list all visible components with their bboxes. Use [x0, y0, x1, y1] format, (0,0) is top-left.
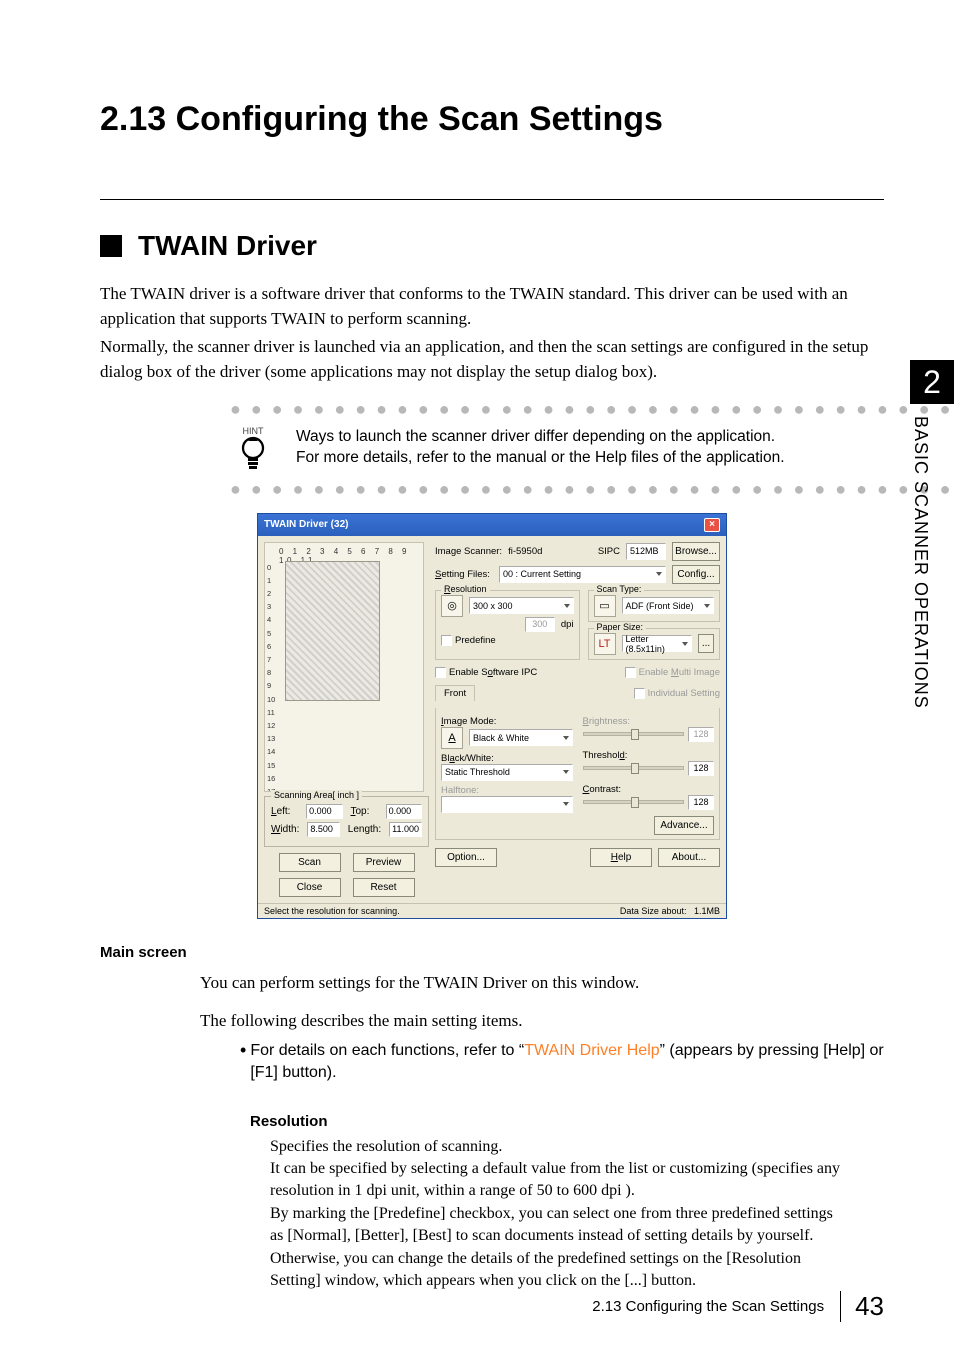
page-heading: 2.13 Configuring the Scan Settings [100, 100, 884, 139]
browse-button[interactable]: Browse... [672, 542, 720, 561]
paper-size-icon: LT [594, 633, 616, 655]
twain-help-link[interactable]: TWAIN Driver Help [524, 1042, 659, 1059]
resolution-select[interactable]: 300 x 300 [469, 597, 574, 614]
hint-dots-bottom: ●●●●●●●●●●●●●●●●●●●●●●●●●●●●●●●●●●●● [230, 480, 860, 498]
about-button[interactable]: About... [658, 848, 720, 867]
preview-area: 0 1 2 3 4 5 6 7 8 9 10 11 01234567891011… [264, 542, 424, 792]
setting-files-select[interactable]: 00 : Current Setting [499, 566, 666, 583]
hint-dots-top: ●●●●●●●●●●●●●●●●●●●●●●●●●●●●●●●●●●●● [230, 400, 860, 418]
hint-text-2: For more details, refer to the manual or… [296, 447, 785, 469]
dpi-unit: dpi [561, 619, 574, 630]
predefine-checkbox[interactable] [441, 635, 452, 646]
contrast-slider[interactable] [583, 800, 685, 804]
enable-multi-label: Enable Multi Image [639, 667, 720, 678]
enable-ipc-label: Enable Software IPC [449, 667, 537, 678]
brightness-slider [583, 732, 685, 736]
paper-size-label: Paper Size: [594, 622, 647, 632]
status-text: Select the resolution for scanning. [264, 906, 400, 916]
individual-checkbox [634, 688, 645, 699]
top-field[interactable]: 0.000 [386, 804, 422, 819]
intro-paragraph-1: The TWAIN driver is a software driver th… [100, 282, 884, 331]
hint-text-1: Ways to launch the scanner driver differ… [296, 426, 785, 448]
main-screen-p1: You can perform settings for the TWAIN D… [200, 971, 884, 996]
contrast-value: 128 [688, 795, 714, 810]
halftone-label: Halftone: [441, 785, 573, 796]
status-right: Data Size about: 1.1MB [620, 906, 720, 916]
resolution-icon: ◎ [441, 595, 463, 617]
dpi-field[interactable]: 300 [525, 617, 555, 632]
twain-dialog: TWAIN Driver (32) × 0 1 2 3 4 5 6 7 8 9 … [257, 513, 727, 919]
brightness-value: 128 [688, 727, 714, 742]
resolution-group-title: Resolution [441, 584, 490, 594]
footer-text: 2.13 Configuring the Scan Settings [592, 1298, 824, 1315]
intro-paragraph-2: Normally, the scanner driver is launched… [100, 335, 884, 384]
left-field[interactable]: 0.000 [306, 804, 342, 819]
image-mode-icon: A [441, 727, 463, 749]
brightness-label: Brightness: [583, 716, 715, 727]
scan-type-label: Scan Type: [594, 584, 645, 594]
bullet-icon: • [240, 1040, 246, 1085]
scan-button[interactable]: Scan [279, 853, 341, 872]
help-button[interactable]: Help [590, 848, 652, 867]
enable-ipc-checkbox[interactable] [435, 667, 446, 678]
main-screen-p2: The following describes the main setting… [200, 1009, 884, 1034]
bw-select[interactable]: Static Threshold [441, 764, 573, 781]
paper-size-select[interactable]: Letter (8.5x11in) [622, 635, 693, 652]
image-mode-select[interactable]: Black & White [469, 729, 573, 746]
reset-button[interactable]: Reset [353, 878, 415, 897]
image-scanner-value: fi-5950d [508, 546, 553, 557]
bw-label: Black/White: [441, 753, 573, 764]
advance-button[interactable]: Advance... [654, 816, 714, 835]
page-number: 43 [840, 1291, 884, 1322]
length-label: Length: [348, 824, 381, 835]
front-tab[interactable]: Front [435, 685, 475, 701]
resolution-heading: Resolution [250, 1113, 884, 1130]
left-label: Left: [271, 806, 298, 817]
bullet-text: For details on each functions, refer to … [250, 1040, 884, 1085]
width-field[interactable]: 8.500 [307, 822, 339, 837]
hint-icon: HINT [230, 426, 276, 472]
config-button[interactable]: Config... [672, 565, 720, 584]
ruler-vertical: 01234567891011121314151617 [267, 561, 275, 792]
scan-type-select[interactable]: ADF (Front Side) [622, 597, 715, 614]
individual-label: Individual Setting [648, 688, 720, 699]
halftone-select [441, 796, 573, 813]
resolution-p1: Specifies the resolution of scanning. [270, 1136, 844, 1158]
section-bullet [100, 235, 122, 257]
preview-paper [285, 561, 380, 701]
divider [100, 199, 884, 200]
contrast-label: Contrast: [583, 784, 715, 795]
length-field[interactable]: 11.000 [389, 822, 422, 837]
paper-size-more-button[interactable]: ... [698, 634, 714, 653]
close-icon[interactable]: × [704, 518, 720, 532]
resolution-p2: It can be specified by selecting a defau… [270, 1158, 844, 1203]
top-label: Top: [351, 806, 378, 817]
preview-button[interactable]: Preview [353, 853, 415, 872]
section-title: TWAIN Driver [138, 230, 317, 262]
resolution-p4: Otherwise, you can change the details of… [270, 1248, 844, 1293]
threshold-value: 128 [688, 761, 714, 776]
chapter-title-tab: BASIC SCANNER OPERATIONS [910, 416, 931, 796]
image-mode-label: Image Mode: [441, 716, 573, 727]
predefine-label: Predefine [455, 635, 496, 646]
chapter-number-tab: 2 [910, 360, 954, 404]
scan-area-title: Scanning Area[ inch ] [271, 790, 362, 800]
sipc-label: SIPC [598, 546, 620, 557]
resolution-p3: By marking the [Predefine] checkbox, you… [270, 1203, 844, 1248]
scan-type-icon: ▭ [594, 595, 616, 617]
threshold-slider[interactable] [583, 766, 685, 770]
option-button[interactable]: Option... [435, 848, 497, 867]
image-scanner-label: Image Scanner: [435, 546, 502, 557]
close-button[interactable]: Close [279, 878, 341, 897]
enable-multi-checkbox[interactable] [625, 667, 636, 678]
setting-files-label: Setting Files: [435, 569, 493, 580]
dialog-title: TWAIN Driver (32) [264, 519, 348, 530]
width-label: Width: [271, 824, 299, 835]
main-screen-heading: Main screen [100, 944, 884, 961]
threshold-label: Threshold: [583, 750, 715, 761]
memory-value: 512MB [626, 543, 666, 560]
